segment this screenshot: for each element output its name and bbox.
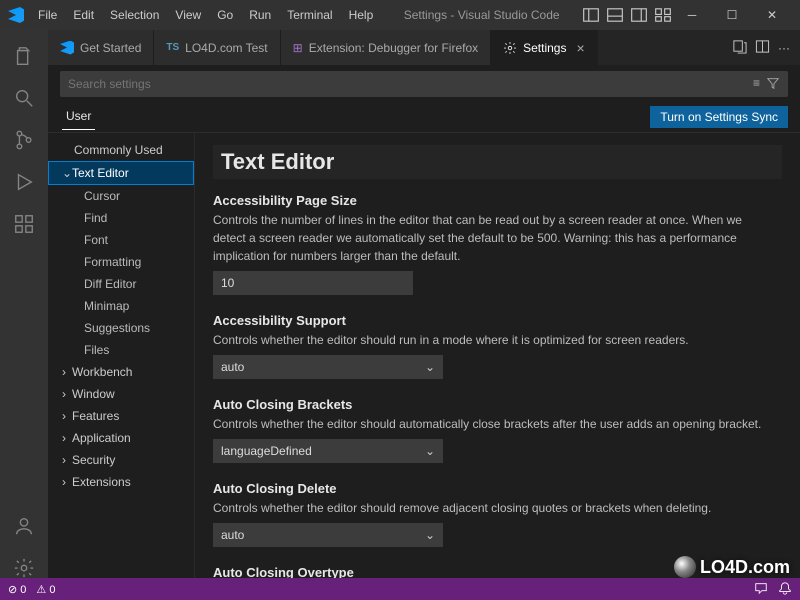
chevron-down-icon: ⌄ [425,360,435,374]
source-control-icon[interactable] [0,120,48,160]
setting-title: Accessibility Page Size [213,193,782,208]
toggle-panel-bottom-icon[interactable] [606,6,624,24]
setting-select[interactable]: languageDefined⌄ [213,439,443,463]
vscode-logo-icon [8,7,24,23]
settings-scope-row: User Turn on Settings Sync [48,101,800,133]
setting-description: Controls whether the editor should autom… [213,415,773,433]
chevron-down-icon: ⌄ [425,528,435,542]
settings-sync-button[interactable]: Turn on Settings Sync [650,106,788,128]
gear-icon [503,41,517,55]
settings-toc: Commonly Used Text Editor Cursor Find Fo… [48,133,195,588]
tab-label: LO4D.com Test [185,41,267,55]
toc-font[interactable]: Font [48,229,194,251]
toc-formatting[interactable]: Formatting [48,251,194,273]
menu-view[interactable]: View [167,4,209,26]
setting-title: Auto Closing Delete [213,481,782,496]
section-header: Text Editor [213,145,782,179]
setting-auto-closing-delete: Auto Closing Delete Controls whether the… [213,481,782,547]
tab-get-started[interactable]: Get Started [48,30,154,65]
tab-label: Extension: Debugger for Firefox [309,41,478,55]
setting-input[interactable] [213,271,413,295]
toggle-panel-right-icon[interactable] [630,6,648,24]
minimize-button[interactable]: ─ [672,8,712,22]
filter-icon[interactable] [766,76,780,93]
setting-accessibility-page-size: Accessibility Page Size Controls the num… [213,193,782,295]
toc-extensions[interactable]: Extensions [48,471,194,493]
run-debug-icon[interactable] [0,162,48,202]
tab-lo4d-test[interactable]: TS LO4D.com Test [154,30,280,65]
customize-layout-icon[interactable] [654,6,672,24]
explorer-icon[interactable] [0,36,48,76]
toc-cursor[interactable]: Cursor [48,185,194,207]
settings-search[interactable]: ≡ [60,71,788,97]
menu-selection[interactable]: Selection [102,4,167,26]
toc-files[interactable]: Files [48,339,194,361]
setting-select[interactable]: auto⌄ [213,523,443,547]
toc-commonly-used[interactable]: Commonly Used [48,139,194,161]
more-actions-icon[interactable]: ··· [778,41,790,55]
toc-workbench[interactable]: Workbench [48,361,194,383]
menu-edit[interactable]: Edit [65,4,102,26]
ts-file-icon: TS [166,42,179,53]
tab-extension-firefox[interactable]: ⊞ Extension: Debugger for Firefox [281,30,491,65]
clear-search-icon[interactable]: ≡ [753,76,760,93]
toc-minimap[interactable]: Minimap [48,295,194,317]
scope-user-tab[interactable]: User [62,103,95,130]
toggle-panel-left-icon[interactable] [582,6,600,24]
menu-run[interactable]: Run [241,4,279,26]
setting-description: Controls whether the editor should run i… [213,331,773,349]
tab-label: Get Started [80,41,141,55]
status-warnings[interactable]: ⚠ 0 [36,583,55,596]
setting-description: Controls the number of lines in the edit… [213,211,773,265]
toc-diff-editor[interactable]: Diff Editor [48,273,194,295]
setting-description: Controls whether the editor should remov… [213,499,773,517]
toc-suggestions[interactable]: Suggestions [48,317,194,339]
split-editor-icon[interactable] [755,39,770,57]
close-window-button[interactable]: ✕ [752,8,792,22]
tab-label: Settings [523,41,566,55]
vscode-icon [60,41,74,55]
extension-icon: ⊞ [293,41,303,55]
editor-group: Get Started TS LO4D.com Test ⊞ Extension… [48,30,800,588]
tab-settings[interactable]: Settings × [491,30,598,65]
account-icon[interactable] [0,506,48,546]
setting-title: Accessibility Support [213,313,782,328]
setting-title: Auto Closing Brackets [213,397,782,412]
window-title: Settings - Visual Studio Code [381,8,582,22]
search-icon[interactable] [0,78,48,118]
setting-select[interactable]: auto⌄ [213,355,443,379]
toc-text-editor[interactable]: Text Editor [48,161,194,185]
titlebar: File Edit Selection View Go Run Terminal… [0,0,800,30]
layout-controls [582,6,672,24]
chevron-down-icon: ⌄ [425,444,435,458]
maximize-button[interactable]: ☐ [712,8,752,22]
menu-help[interactable]: Help [341,4,382,26]
toc-security[interactable]: Security [48,449,194,471]
activity-bar [0,30,48,588]
toc-find[interactable]: Find [48,207,194,229]
settings-list[interactable]: Text Editor Accessibility Page Size Cont… [195,133,800,588]
tab-bar: Get Started TS LO4D.com Test ⊞ Extension… [48,30,800,65]
menu-terminal[interactable]: Terminal [279,4,340,26]
menubar: File Edit Selection View Go Run Terminal… [30,4,381,26]
toc-window[interactable]: Window [48,383,194,405]
menu-file[interactable]: File [30,4,65,26]
status-bar: ⊘ 0 ⚠ 0 [0,578,800,600]
notifications-icon[interactable] [778,581,792,598]
setting-auto-closing-brackets: Auto Closing Brackets Controls whether t… [213,397,782,463]
extensions-icon[interactable] [0,204,48,244]
close-icon[interactable]: × [576,40,584,56]
open-settings-json-icon[interactable] [732,39,747,57]
menu-go[interactable]: Go [209,4,241,26]
feedback-icon[interactable] [754,581,768,598]
search-input[interactable] [68,77,753,91]
tab-actions: ··· [732,30,800,65]
setting-accessibility-support: Accessibility Support Controls whether t… [213,313,782,379]
toc-features[interactable]: Features [48,405,194,427]
toc-application[interactable]: Application [48,427,194,449]
status-errors[interactable]: ⊘ 0 [8,583,26,596]
